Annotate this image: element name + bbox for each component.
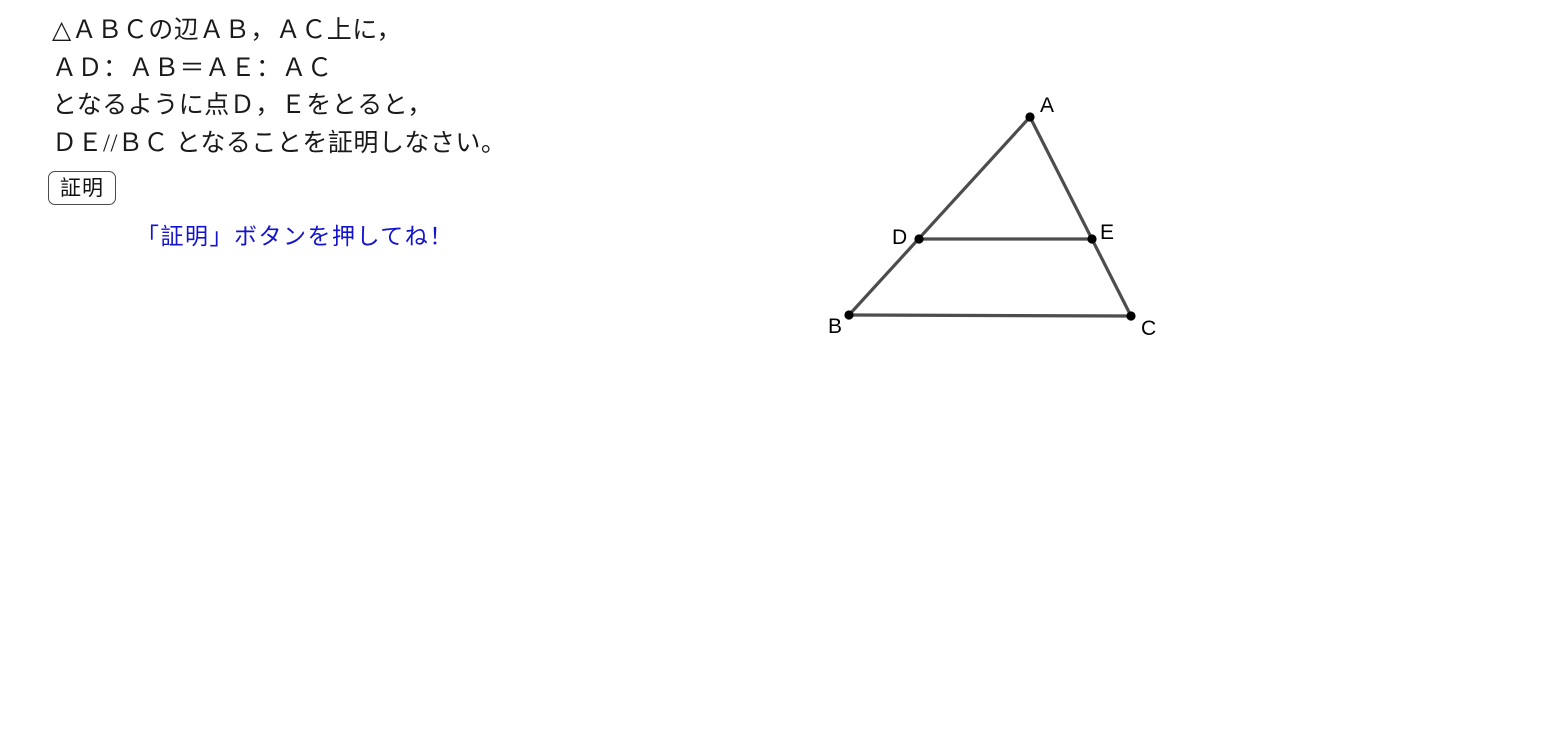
- figure-label-d: D: [892, 226, 907, 249]
- problem-panel: △ＡＢＣの辺ＡＢ，ＡＣ上に， ＡＤ：ＡＢ＝ＡＥ：ＡＣ となるように点Ｄ，Ｅをとる…: [0, 0, 700, 729]
- triangle-diagram-svg: A B C D E: [828, 94, 1156, 340]
- figure-segment-bc: [847, 313, 1133, 318]
- proof-button[interactable]: 証明: [48, 171, 116, 205]
- figure-segments: [847, 115, 1133, 318]
- figure-label-b: B: [828, 315, 842, 338]
- geometry-figure: A B C D E: [760, 60, 1260, 400]
- figure-vertex-b[interactable]: [844, 310, 854, 320]
- hint-message: 「証明」ボタンを押してね！: [136, 224, 454, 249]
- problem-statement-line-3: となるように点Ｄ，Ｅをとると，: [52, 92, 433, 119]
- figure-points: [844, 112, 1136, 321]
- problem-statement-line-2: ＡＤ：ＡＢ＝ＡＥ：ＡＣ: [52, 54, 333, 82]
- figure-label-e: E: [1100, 221, 1114, 244]
- figure-labels: A B C D E: [828, 94, 1156, 340]
- figure-label-a: A: [1040, 94, 1054, 117]
- problem-statement-line-4: ＤＥ//ＢＣ となることを証明しなさい。: [52, 129, 507, 157]
- figure-label-c: C: [1141, 317, 1156, 340]
- figure-vertex-d[interactable]: [914, 234, 924, 244]
- problem-statement-line-1: △ＡＢＣの辺ＡＢ，ＡＣ上に，: [52, 17, 402, 44]
- figure-vertex-e[interactable]: [1087, 234, 1097, 244]
- figure-segment-ac: [1028, 115, 1133, 318]
- problem-statement: △ＡＢＣの辺ＡＢ，ＡＣ上に， ＡＤ：ＡＢ＝ＡＥ：ＡＣ となるように点Ｄ，Ｅをとる…: [52, 12, 672, 162]
- figure-segment-ab: [847, 115, 1032, 317]
- figure-vertex-a[interactable]: [1025, 112, 1035, 122]
- figure-vertex-c[interactable]: [1126, 311, 1136, 321]
